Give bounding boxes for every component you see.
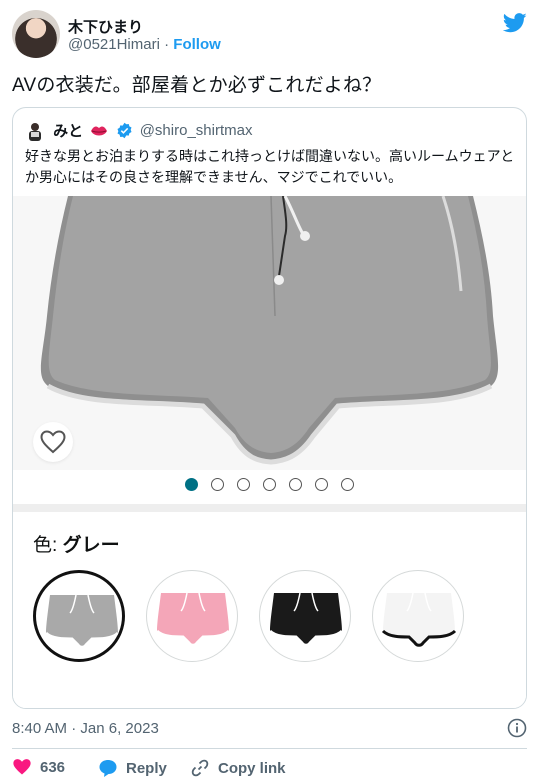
tweet-header: 木下ひまり @0521Himari · Follow xyxy=(12,10,527,62)
tweet-time: 8:40 AM xyxy=(12,720,68,737)
author-handle[interactable]: @0521Himari xyxy=(68,36,160,53)
carousel-dot[interactable] xyxy=(315,478,328,491)
tweet-timestamp[interactable]: 8:40 AM · Jan 6, 2023 xyxy=(12,720,159,737)
like-count: 636 xyxy=(40,758,66,776)
author-handle-line: @0521Himari · Follow xyxy=(68,36,221,53)
color-swatch-black[interactable] xyxy=(259,570,351,662)
divider xyxy=(12,748,527,749)
tweet-text: AVの衣装だ。部屋着とか必ずこれだよね？ xyxy=(12,75,382,96)
quoted-text: 好きな男とお泊まりする時はこれ持っとけば間違いない。高いルームウェアとか男心には… xyxy=(25,148,515,185)
twitter-bird-icon[interactable] xyxy=(503,12,527,34)
quoted-tweet-card[interactable]: みと @shiro_shirtmax 好きな男とお泊まりする時はこれ持っとけば間… xyxy=(12,107,527,709)
quoted-name[interactable]: みと xyxy=(53,123,83,140)
color-swatch-gray[interactable] xyxy=(33,570,125,662)
copy-link-button[interactable]: Copy link xyxy=(190,758,286,778)
color-value: グレー xyxy=(62,535,120,556)
heart-filled-icon xyxy=(13,759,31,775)
carousel-dots[interactable] xyxy=(13,478,526,494)
product-photo[interactable] xyxy=(13,196,526,470)
shorts-image xyxy=(13,196,526,470)
section-separator xyxy=(13,504,526,512)
carousel-dot[interactable] xyxy=(211,478,224,491)
info-icon[interactable] xyxy=(507,718,527,738)
swatch-shorts-image xyxy=(44,594,120,649)
color-prefix: 色: xyxy=(33,535,58,556)
lips-icon xyxy=(91,125,108,135)
carousel-dot[interactable] xyxy=(237,478,250,491)
link-icon xyxy=(191,759,209,777)
author-name[interactable]: 木下ひまり xyxy=(68,16,143,37)
quoted-header: みと @shiro_shirtmax xyxy=(25,120,253,141)
swatch-shorts-image xyxy=(155,592,231,647)
carousel-dot[interactable] xyxy=(341,478,354,491)
carousel-dot[interactable] xyxy=(185,478,198,491)
timestamp-separator: · xyxy=(71,720,77,737)
chat-bubble-icon xyxy=(99,760,117,777)
product-screenshot: 色: グレー ￥999✓prime￥999✓prime￥899✓prime￥99… xyxy=(13,196,526,708)
heart-outline-icon xyxy=(40,430,66,454)
swatch-shorts-image xyxy=(381,592,457,647)
swatch-shorts-image xyxy=(268,592,344,647)
carousel-dot[interactable] xyxy=(289,478,302,491)
follow-button[interactable]: Follow xyxy=(173,36,221,53)
color-selector-label: 色: グレー xyxy=(33,530,120,557)
quoted-handle[interactable]: @shiro_shirtmax xyxy=(140,122,253,139)
carousel-dot[interactable] xyxy=(263,478,276,491)
verified-badge-icon xyxy=(117,122,132,139)
copy-link-label: Copy link xyxy=(218,759,286,777)
color-swatch-white[interactable] xyxy=(372,570,464,662)
color-swatches: ￥999✓prime￥999✓prime￥899✓prime￥999✓prime xyxy=(33,570,513,670)
handle-separator: · xyxy=(164,36,170,53)
reply-button[interactable]: Reply xyxy=(98,758,167,778)
author-avatar[interactable] xyxy=(12,10,60,58)
reply-label: Reply xyxy=(126,759,167,777)
tweet-date: Jan 6, 2023 xyxy=(80,720,159,737)
color-swatch-pink[interactable] xyxy=(146,570,238,662)
quoted-avatar xyxy=(25,121,45,141)
like-button[interactable]: 636 xyxy=(12,758,65,776)
wishlist-button[interactable] xyxy=(33,422,73,462)
